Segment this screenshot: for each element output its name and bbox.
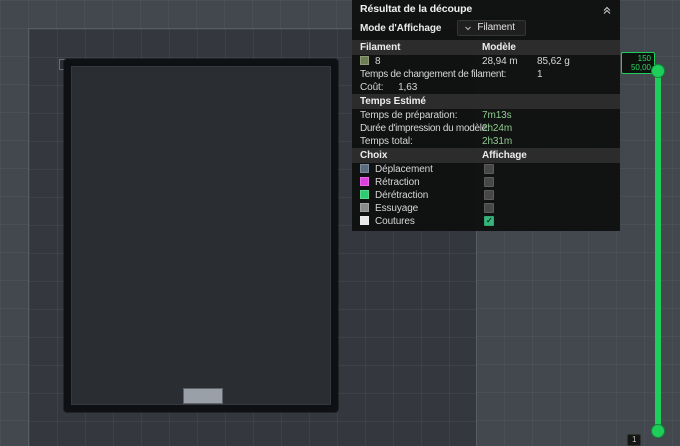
filament-column-header: Filament <box>360 42 400 53</box>
option-label: Rétraction <box>375 177 420 188</box>
option-color-swatch <box>360 203 369 212</box>
layer-slider-handle-top[interactable] <box>651 64 665 78</box>
option-checkbox[interactable] <box>484 177 494 187</box>
object-bottom-block <box>183 388 223 404</box>
filament-weight: 85,62 g <box>537 56 570 67</box>
option-checkbox[interactable] <box>484 164 494 174</box>
cost-row: Coût: 1,63 <box>352 81 620 94</box>
time-row: Temps total: 2h31m <box>352 135 620 148</box>
time-label: Temps total: <box>360 136 413 147</box>
option-row-retraction: Rétraction <box>352 176 620 189</box>
option-color-swatch <box>360 216 369 225</box>
option-label: Essuyage <box>375 203 418 214</box>
layer-slider-top-badge: 150 50,00 <box>621 52 655 74</box>
time-value: 2h31m <box>482 136 512 147</box>
option-row-coutures: Coutures <box>352 215 620 228</box>
time-label: Durée d'impression du modèle: <box>360 123 489 134</box>
choice-column-header: Choix <box>360 150 387 161</box>
filament-color-swatch <box>360 56 369 65</box>
option-checkbox[interactable] <box>484 203 494 213</box>
time-label: Temps de préparation: <box>360 110 457 121</box>
filament-change-row: Temps de changement de filament: 1 <box>352 68 620 81</box>
time-estimate-header: Temps Estimé <box>352 94 620 109</box>
option-label: Coutures <box>375 216 415 227</box>
filament-change-value: 1 <box>537 69 542 80</box>
filament-change-label: Temps de changement de filament: <box>360 69 506 80</box>
model-column-header: Modèle <box>482 42 516 53</box>
option-label: Dérétraction <box>375 190 428 201</box>
layer-slider-top-layer: 150 <box>625 54 651 63</box>
display-mode-label: Mode d'Affichage <box>360 23 441 34</box>
collapse-panel-icon[interactable] <box>602 5 612 15</box>
panel-header: Résultat de la découpe <box>352 0 620 18</box>
filament-row: 8 28,94 m 85,62 g <box>352 55 620 68</box>
time-estimate-title: Temps Estimé <box>360 96 426 107</box>
time-value: 7m13s <box>482 110 512 121</box>
layer-slider-handle-bottom[interactable] <box>651 424 665 438</box>
filament-table-header: Filament Modèle <box>352 40 620 55</box>
display-mode-row: Mode d'Affichage Filament <box>352 18 620 40</box>
option-checkbox[interactable] <box>484 216 494 226</box>
option-row-deretraction: Dérétraction <box>352 189 620 202</box>
option-checkbox[interactable] <box>484 190 494 200</box>
layer-slider-top-height: 50,00 <box>625 63 651 72</box>
panel-title: Résultat de la découpe <box>360 4 472 15</box>
option-color-swatch <box>360 190 369 199</box>
filament-length: 28,94 m <box>482 56 517 67</box>
options-header: Choix Affichage <box>352 148 620 163</box>
option-color-swatch <box>360 177 369 186</box>
option-row-deplacement: Déplacement <box>352 163 620 176</box>
chevron-down-icon <box>464 24 472 32</box>
cost-value: 1,63 <box>398 82 417 93</box>
sliced-object <box>64 59 338 412</box>
filament-id: 8 <box>375 56 380 67</box>
display-mode-dropdown[interactable]: Filament <box>457 20 526 36</box>
time-row: Temps de préparation: 7m13s <box>352 109 620 122</box>
display-mode-value: Filament <box>477 22 515 33</box>
slice-result-panel: Résultat de la découpe Mode d'Affichage … <box>352 0 620 231</box>
time-value: 2h24m <box>482 123 512 134</box>
layer-slider[interactable] <box>655 71 661 431</box>
display-column-header: Affichage <box>482 150 527 161</box>
cost-label: Coût: <box>360 82 383 93</box>
option-row-essuyage: Essuyage <box>352 202 620 215</box>
option-label: Déplacement <box>375 164 433 175</box>
option-color-swatch <box>360 164 369 173</box>
time-row: Durée d'impression du modèle: 2h24m <box>352 122 620 135</box>
layer-slider-bottom-badge: 1 <box>627 434 641 446</box>
